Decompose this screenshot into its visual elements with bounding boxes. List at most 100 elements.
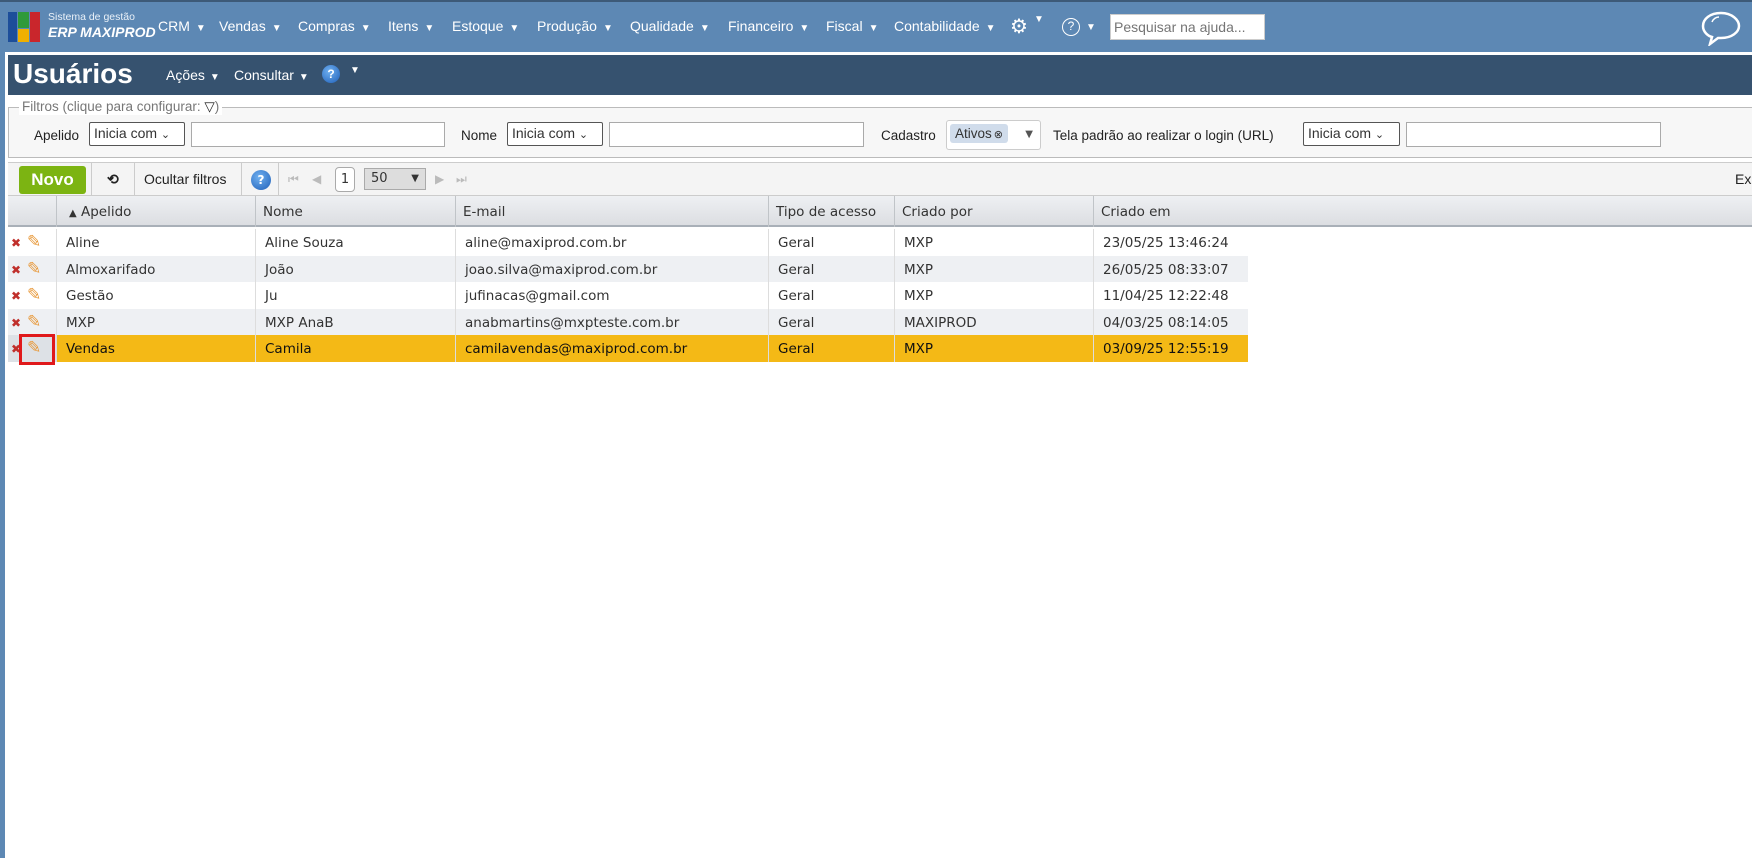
remove-tag-icon[interactable]: ⊗ [994,129,1003,141]
cell-tipo-acesso: Geral [768,229,894,256]
delete-icon[interactable]: ✖ [11,289,21,303]
cell-email: aline@maxiprod.com.br [455,229,768,256]
tela-operator-select[interactable]: Inicia com ⌄ [1303,122,1400,146]
menu-qualidade[interactable]: Qualidade ▼ [630,18,710,34]
chat-bubble-icon[interactable] [1700,10,1742,46]
help-menu[interactable]: ? ▼ [1062,17,1096,36]
filter-funnel-icon[interactable]: ▽ [204,99,214,114]
export-button[interactable]: Ex [1735,171,1751,187]
table-row[interactable]: ✖ ✎ Almoxarifado João joao.silva@maxiprod.co… [8,255,1248,283]
menu-label: Vendas [219,18,266,34]
cell-criado-por: MXP [894,282,1093,309]
cell-criado-por: MXP [894,255,1093,283]
caret-down-icon: ▼ [411,173,419,184]
page-number-input[interactable]: 1 [335,167,355,192]
apelido-operator-select[interactable]: Inicia com ⌄ [89,122,185,146]
actions-menu[interactable]: Ações ▼ [166,67,220,83]
select-value: 50 [371,171,388,186]
help-button[interactable]: ? [251,170,271,190]
header-criado-em[interactable]: Criado em [1093,196,1752,227]
prev-page-icon[interactable]: ◀ [312,172,321,186]
caret-down-icon: ▼ [360,23,371,34]
menu-itens[interactable]: Itens ▼ [388,18,434,34]
cell-apelido: Gestão [56,282,255,309]
menu-producao[interactable]: Produção ▼ [537,18,613,34]
table-row[interactable]: ✖ ✎ Vendas Camila camilavendas@maxiprod.com.… [8,335,1248,362]
edit-pencil-icon[interactable]: ✎ [27,232,41,252]
header-criado-por[interactable]: Criado por [894,196,1093,227]
per-page-select[interactable]: 50 ▼ [364,168,426,190]
next-page-icon[interactable]: ▶ [435,172,444,186]
cadastro-multiselect[interactable]: Ativos ⊗ ▼ [946,120,1041,150]
menu-estoque[interactable]: Estoque ▼ [452,18,519,34]
tela-input[interactable] [1406,122,1661,147]
table-row[interactable]: ✖ ✎ Aline Aline Souza aline@maxiprod.com.br G… [8,229,1248,256]
nome-input[interactable] [609,122,864,147]
delete-icon[interactable]: ✖ [11,236,21,250]
header-apelido[interactable]: ▲ Apelido [56,196,255,227]
row-actions: ✖ ✎ [8,309,56,336]
menu-label: Financeiro [728,18,794,34]
left-border [0,52,5,858]
cell-email: camilavendas@maxiprod.com.br [455,335,768,362]
caret-down-icon: ▼ [209,72,220,83]
caret-down-icon: ▼ [509,23,520,34]
page-help-menu[interactable]: ? ▼ [322,65,360,83]
menu-compras[interactable]: Compras ▼ [298,18,371,34]
cell-nome: MXP AnaB [255,308,455,336]
cell-tipo-acesso: Geral [768,255,894,283]
edit-pencil-icon[interactable]: ✎ [27,259,41,279]
last-page-icon[interactable]: ⏭ [456,172,467,187]
logo-title: ERP MAXIPROD [48,24,156,40]
apelido-input[interactable] [191,122,445,147]
top-navigation-bar: Sistema de gestão ERP MAXIPROD CRM ▼ Vend… [0,0,1752,52]
apelido-label: Apelido [34,128,80,143]
header-email[interactable]: E-mail [455,196,768,227]
logo-subtitle: Sistema de gestão [48,11,135,23]
row-actions: ✖ ✎ [8,256,56,283]
tela-padrao-label: Tela padrão ao realizar o login (URL) [1053,128,1274,143]
refresh-icon[interactable]: ⟲ [107,171,119,188]
grid-toolbar: Novo ⟲ Ocultar filtros ? ⏮ ◀ 1 50 ▼ ▶ ⏭ E… [8,162,1752,196]
row-actions: ✖ ✎ [8,282,56,309]
menu-label: Produção [537,18,597,34]
edit-pencil-icon[interactable]: ✎ [27,285,41,305]
header-nome[interactable]: Nome [255,196,455,227]
cell-criado-por: MXP [894,229,1093,256]
edit-pencil-icon[interactable]: ✎ [27,312,41,332]
first-page-icon[interactable]: ⏮ [288,172,299,187]
caret-down-icon: ▼ [350,65,360,76]
caret-down-icon: ▼ [424,23,435,34]
menu-crm[interactable]: CRM ▼ [158,18,206,34]
consult-menu[interactable]: Consultar ▼ [234,67,309,83]
header-tipo-acesso[interactable]: Tipo de acesso [768,196,894,227]
help-search-input[interactable] [1110,14,1265,40]
table-row[interactable]: ✖ ✎ MXP MXP AnaB anabmartins@mxpteste.com.br… [8,308,1248,336]
delete-icon[interactable]: ✖ [11,263,21,277]
filters-panel: Filtros (clique para configurar: ▽) Apel… [8,99,1752,158]
sort-asc-icon: ▲ [69,208,77,219]
nome-operator-select[interactable]: Inicia com ⌄ [507,122,603,146]
hide-filters-button[interactable]: Ocultar filtros [144,171,226,187]
page-header: Usuários Ações ▼ Consultar ▼ ? ▼ [8,55,1752,95]
chevron-down-icon: ⌄ [160,129,171,141]
menu-financeiro[interactable]: Financeiro ▼ [728,18,809,34]
menu-contabilidade[interactable]: Contabilidade ▼ [894,18,996,34]
settings-menu[interactable]: ⚙ ▼ [1010,14,1044,39]
menu-label: Compras [298,18,355,34]
cell-apelido: MXP [56,308,255,336]
menu-label: Fiscal [826,18,863,34]
delete-icon[interactable]: ✖ [11,316,21,330]
maxiprod-logo-icon[interactable] [8,12,40,42]
legend-text: Filtros (clique para configurar: [22,99,201,114]
table-header: ▲ Apelido Nome E-mail Tipo de acesso Cri… [8,196,1752,227]
cell-email: joao.silva@maxiprod.com.br [455,255,768,283]
divider [134,163,135,196]
new-button[interactable]: Novo [19,166,86,194]
filters-legend[interactable]: Filtros (clique para configurar: ▽) [19,99,223,115]
menu-vendas[interactable]: Vendas ▼ [219,18,282,34]
caret-down-icon: ▼ [868,23,879,34]
menu-fiscal[interactable]: Fiscal ▼ [826,18,878,34]
table-row[interactable]: ✖ ✎ Gestão Ju jufinacas@gmail.com Geral MXP 11/… [8,282,1248,309]
caret-down-icon: ▼ [298,72,309,83]
